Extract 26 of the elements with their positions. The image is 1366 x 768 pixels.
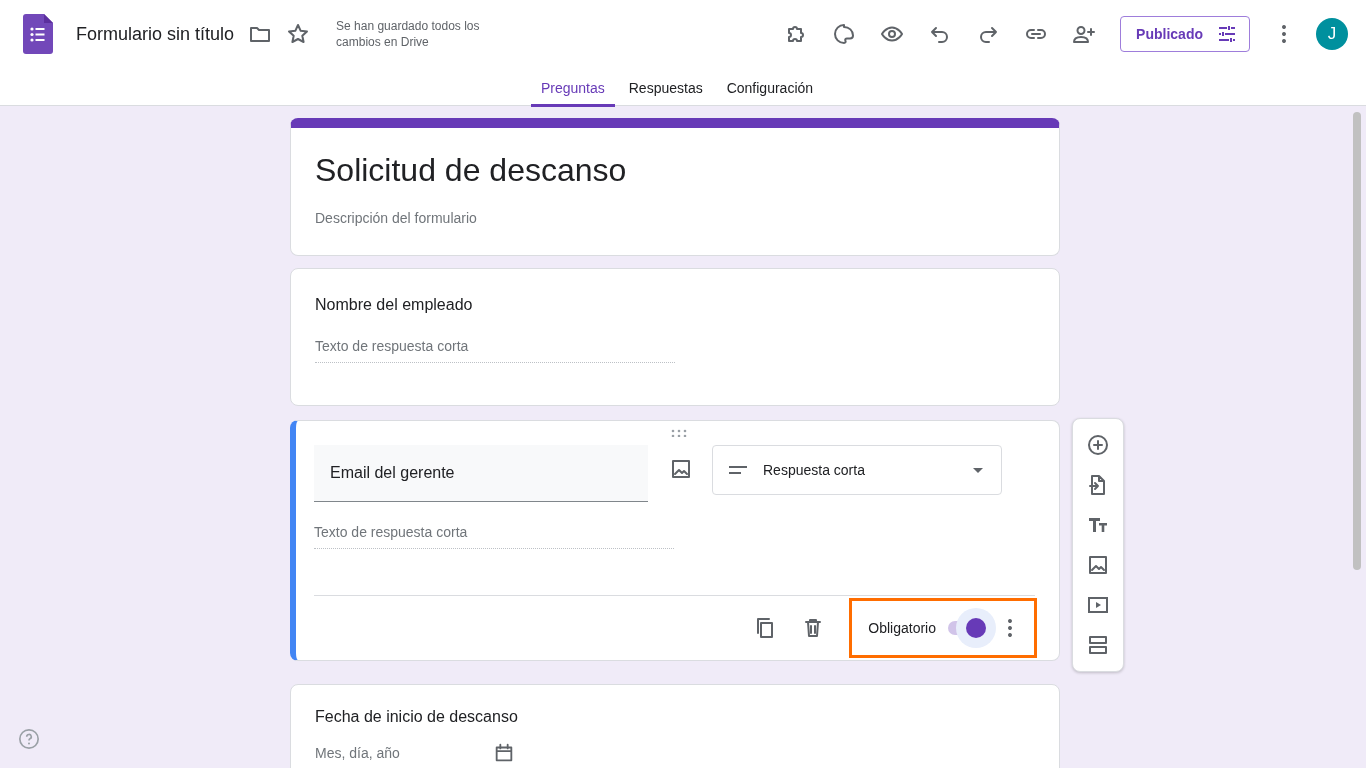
form-title[interactable]: Solicitud de descanso [315, 150, 1035, 190]
drag-handle-icon[interactable] [671, 429, 687, 437]
date-field[interactable]: Mes, día, año [315, 745, 465, 761]
save-status: Se han guardado todos los cambios en Drive [336, 18, 481, 50]
tab[interactable]: Configuración [716, 68, 824, 107]
answer-field[interactable]: Texto de respuesta corta [315, 338, 675, 363]
image-icon[interactable] [669, 457, 693, 481]
document-title[interactable]: Formulario sin título [76, 23, 235, 45]
answer-field[interactable]: Texto de respuesta corta [314, 524, 674, 549]
forms-logo-icon[interactable] [23, 14, 53, 54]
question-title: Nombre del empleado [315, 295, 474, 314]
tab[interactable]: Preguntas [530, 68, 615, 107]
star-icon[interactable] [286, 22, 311, 46]
avatar[interactable]: J [1316, 18, 1348, 50]
scrollbar[interactable] [1353, 112, 1361, 570]
question-title: Fecha de inicio de descanso [315, 707, 519, 726]
publish-button[interactable]: Publicado [1120, 16, 1250, 52]
short-answer-icon [729, 466, 747, 474]
description-field[interactable]: Descripción del formulario [315, 210, 1035, 226]
question-title-field[interactable]: Email del gerente [314, 445, 648, 502]
calendar-icon [493, 742, 515, 764]
question-type-dropdown[interactable]: Respuesta corta [712, 445, 1002, 495]
caret-icon [973, 467, 983, 473]
dropdown-value: Respuesta corta [763, 462, 866, 478]
required-label: Obligatorio [868, 620, 936, 636]
tab[interactable]: Respuestas [618, 68, 713, 107]
